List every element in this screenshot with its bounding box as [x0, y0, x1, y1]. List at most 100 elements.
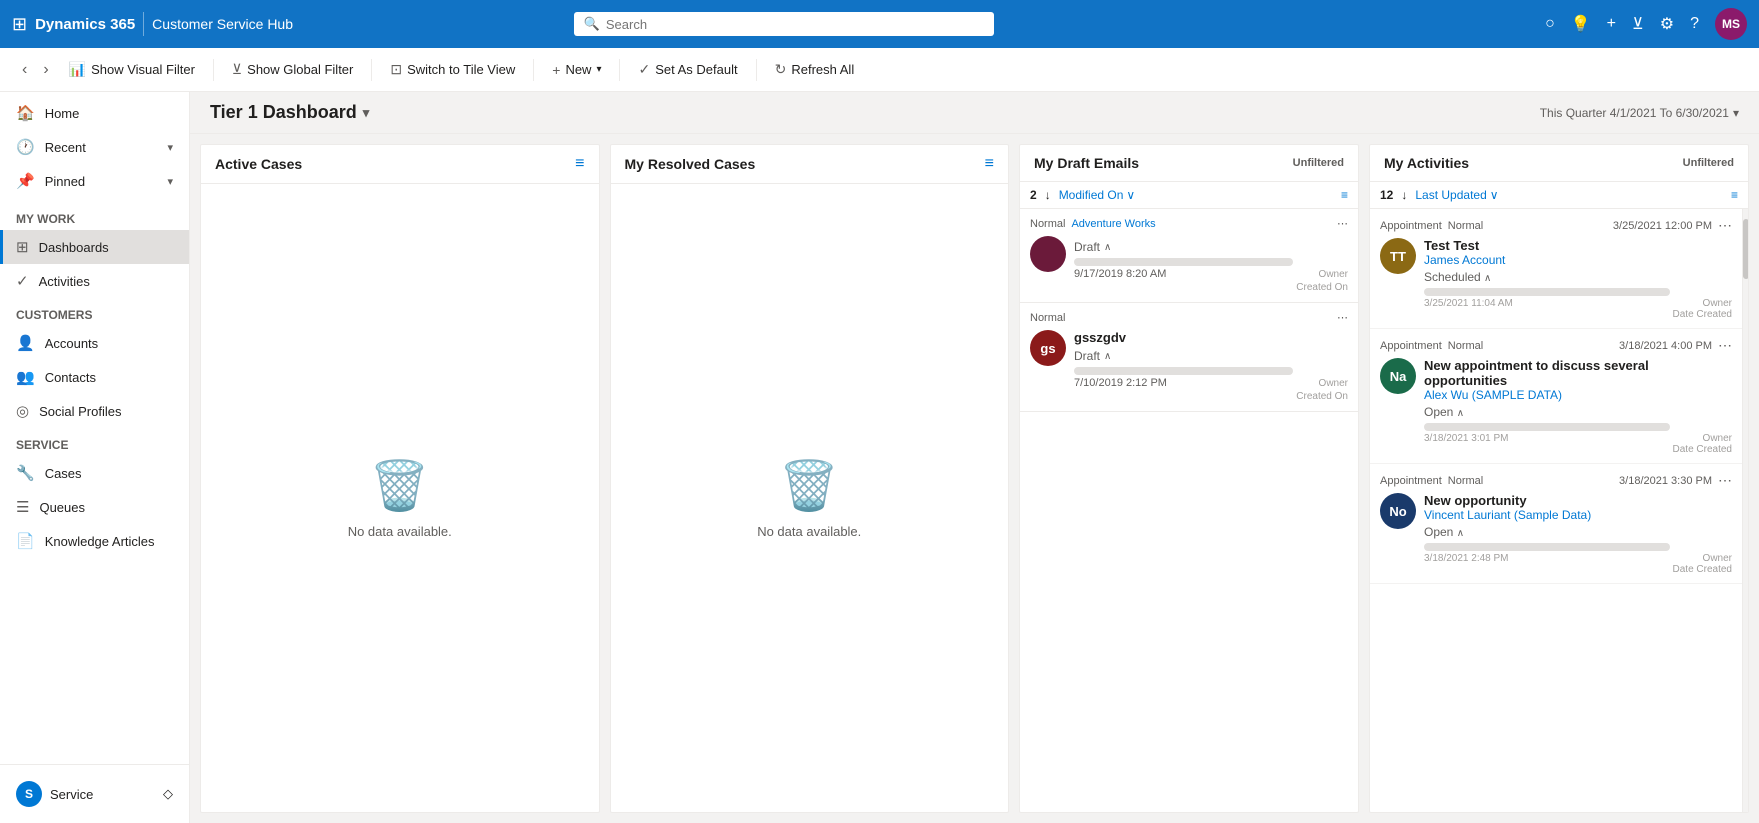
- resolved-cases-list-icon[interactable]: ≡: [985, 155, 994, 173]
- act-1-more-icon[interactable]: ⋯: [1718, 217, 1732, 234]
- email-2-chevron: ∧: [1104, 351, 1111, 362]
- email-1-priority: Normal: [1030, 218, 1065, 230]
- sidebar-item-accounts[interactable]: 👤 Accounts: [0, 326, 189, 360]
- circle-check-icon[interactable]: ○: [1545, 15, 1555, 33]
- sidebar-label-queues: Queues: [39, 500, 85, 515]
- toolbar-separator-5: [756, 59, 757, 81]
- sort-modified-on-button[interactable]: Modified On ∨: [1059, 188, 1136, 202]
- sidebar-item-pinned[interactable]: 📌 Pinned ▾: [0, 164, 189, 198]
- scrollbar-thumb: [1743, 219, 1748, 279]
- email-2-more-icon[interactable]: ⋯: [1337, 311, 1348, 324]
- forward-button[interactable]: ›: [37, 57, 54, 83]
- active-cases-list-icon[interactable]: ≡: [575, 155, 584, 173]
- search-input[interactable]: [606, 17, 984, 32]
- filter2-icon: ⊻: [232, 61, 242, 78]
- act-1-blurred: [1424, 288, 1670, 296]
- draft-emails-filter-bar: 2 ↓ Modified On ∨ ≡: [1020, 182, 1358, 209]
- sidebar-item-home[interactable]: 🏠 Home: [0, 96, 189, 130]
- act-3-time-row: 3/18/2021 2:48 PM OwnerDate Created: [1424, 553, 1732, 575]
- act-2-account[interactable]: Alex Wu (SAMPLE DATA): [1424, 388, 1732, 402]
- user-avatar[interactable]: MS: [1715, 8, 1747, 40]
- sidebar-label-accounts: Accounts: [45, 336, 98, 351]
- email-item-1: Normal Adventure Works ⋯ Draft ∧: [1020, 209, 1358, 303]
- sidebar-item-cases[interactable]: 🔧 Cases: [0, 456, 189, 490]
- act-3-title[interactable]: New opportunity: [1424, 493, 1732, 508]
- email-2-time-row: 7/10/2019 2:12 PM OwnerCreated On: [1074, 377, 1348, 403]
- waffle-icon[interactable]: ⊞: [12, 14, 27, 35]
- help-icon[interactable]: ?: [1690, 15, 1699, 33]
- email-1-status-row: Draft ∧: [1074, 240, 1348, 254]
- set-as-default-button[interactable]: ✓ Set As Default: [628, 56, 747, 83]
- nav-divider: [143, 12, 144, 36]
- sidebar-bottom-item[interactable]: S Service ◇: [0, 773, 189, 815]
- act-2-more-icon[interactable]: ⋯: [1718, 337, 1732, 354]
- act-2-type: Appointment: [1380, 340, 1442, 352]
- sidebar-item-social-profiles[interactable]: ◎ Social Profiles: [0, 394, 189, 428]
- dashboard-title[interactable]: Tier 1 Dashboard ▾: [210, 102, 369, 123]
- sidebar-label-dashboards: Dashboards: [39, 240, 109, 255]
- email-1-more-icon[interactable]: ⋯: [1337, 217, 1348, 230]
- bulb-icon[interactable]: 💡: [1571, 14, 1591, 34]
- draft-emails-unfiltered: Unfiltered: [1293, 157, 1344, 169]
- act-3-account[interactable]: Vincent Lauriant (Sample Data): [1424, 508, 1732, 522]
- sidebar-item-recent[interactable]: 🕐 Recent ▾: [0, 130, 189, 164]
- sidebar-item-knowledge-articles[interactable]: 📄 Knowledge Articles: [0, 524, 189, 558]
- act-1-account[interactable]: James Account: [1424, 253, 1732, 267]
- resolved-cases-header: My Resolved Cases ≡: [611, 145, 1009, 184]
- new-button[interactable]: + New ▾: [542, 57, 611, 83]
- cases-icon: 🔧: [16, 464, 35, 482]
- email-2-status-row: Draft ∧: [1074, 349, 1348, 363]
- act-2-datetime: 3/18/2021 4:00 PM: [1619, 340, 1712, 352]
- draft-emails-view-icon[interactable]: ≡: [1341, 188, 1348, 202]
- act-3-date: 3/18/2021 2:48 PM: [1424, 553, 1509, 575]
- active-cases-panel: Active Cases ≡ 🗑️ No data available.: [200, 144, 600, 813]
- sidebar-item-dashboards[interactable]: ⊞ Dashboards: [0, 230, 189, 264]
- email-2-subject[interactable]: gsszgdv: [1074, 330, 1348, 345]
- resolved-cases-no-data: 🗑️ No data available.: [611, 184, 1009, 812]
- dashboard-date-range[interactable]: This Quarter 4/1/2021 To 6/30/2021 ▾: [1540, 106, 1739, 120]
- home-icon: 🏠: [16, 104, 35, 122]
- sidebar-item-activities[interactable]: ✓ Activities: [0, 264, 189, 298]
- dashboards-icon: ⊞: [16, 238, 29, 256]
- email-2-details: gsszgdv Draft ∧ 7/10/2019 2:12 PM Owne: [1074, 330, 1348, 403]
- act-3-more-icon[interactable]: ⋯: [1718, 472, 1732, 489]
- act-1-title[interactable]: Test Test: [1424, 238, 1732, 253]
- sort-last-updated-button[interactable]: Last Updated ∨: [1415, 188, 1498, 202]
- activities-scrollbar[interactable]: [1742, 209, 1748, 812]
- email-1-account[interactable]: Adventure Works: [1071, 218, 1155, 230]
- activities-unfiltered: Unfiltered: [1683, 157, 1734, 169]
- refresh-all-button[interactable]: ↻ Refresh All: [765, 56, 865, 83]
- main-layout: 🏠 Home 🕐 Recent ▾ 📌 Pinned ▾ My Work ⊞ D…: [0, 92, 1759, 823]
- act-2-title[interactable]: New appointment to discuss several oppor…: [1424, 358, 1732, 388]
- show-visual-filter-button[interactable]: 📊 Show Visual Filter: [59, 56, 205, 83]
- filter-icon[interactable]: ⊻: [1632, 14, 1644, 34]
- act-2-status-row: Open ∧: [1424, 405, 1732, 419]
- plus2-icon: +: [552, 62, 560, 78]
- email-2-date: 7/10/2019 2:12 PM: [1074, 377, 1167, 403]
- knowledge-icon: 📄: [16, 532, 35, 550]
- plus-icon[interactable]: +: [1607, 15, 1616, 33]
- act-2-time-row: 3/18/2021 3:01 PM OwnerDate Created: [1424, 433, 1732, 455]
- sidebar-item-contacts[interactable]: 👥 Contacts: [0, 360, 189, 394]
- back-button[interactable]: ‹: [16, 57, 33, 83]
- draft-emails-header: My Draft Emails Unfiltered: [1020, 145, 1358, 182]
- search-bar[interactable]: 🔍: [574, 12, 994, 36]
- module-name: Customer Service Hub: [152, 16, 293, 32]
- act-2-date: 3/18/2021 3:01 PM: [1424, 433, 1509, 455]
- recent-chevron-icon: ▾: [167, 141, 173, 154]
- switch-tile-view-button[interactable]: ⊡ Switch to Tile View: [380, 56, 525, 83]
- active-cases-body: 🗑️ No data available.: [201, 184, 599, 812]
- act-1-priority: Normal: [1448, 220, 1483, 232]
- sidebar-label-cases: Cases: [45, 466, 82, 481]
- act-1-body: TT Test Test James Account Scheduled ∧: [1380, 238, 1732, 320]
- sidebar-item-queues[interactable]: ☰ Queues: [0, 490, 189, 524]
- queues-icon: ☰: [16, 498, 29, 516]
- act-2-status: Open ∧: [1424, 405, 1464, 419]
- activities-view-icon[interactable]: ≡: [1731, 188, 1738, 202]
- act-sort-chevron: ∨: [1490, 188, 1499, 202]
- dashboard-grid: Active Cases ≡ 🗑️ No data available. My …: [190, 134, 1759, 823]
- show-global-filter-button[interactable]: ⊻ Show Global Filter: [222, 56, 363, 83]
- gear-icon[interactable]: ⚙: [1660, 14, 1674, 34]
- toolbar: ‹ › 📊 Show Visual Filter ⊻ Show Global F…: [0, 48, 1759, 92]
- active-cases-no-data: 🗑️ No data available.: [201, 184, 599, 812]
